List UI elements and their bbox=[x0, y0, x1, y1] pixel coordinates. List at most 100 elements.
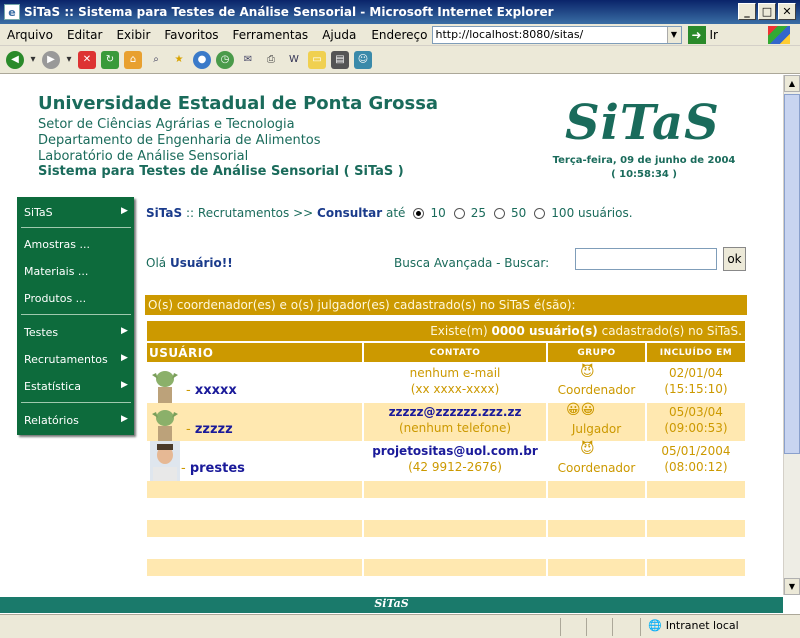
page-size-radio-10[interactable] bbox=[413, 207, 425, 219]
page-size-label-50: 50 bbox=[511, 206, 527, 220]
contact-email: nenhum e-mail bbox=[409, 366, 501, 380]
contact-email[interactable]: projetositas@uol.com.br bbox=[364, 444, 546, 458]
person-photo-avatar bbox=[150, 441, 180, 481]
favorites-star-icon[interactable]: ★ bbox=[170, 50, 188, 69]
messenger-icon[interactable]: ☺ bbox=[354, 50, 372, 69]
menu-arquivo[interactable]: Arquivo bbox=[0, 28, 60, 42]
side-menu-materiais[interactable]: Materiais ... bbox=[24, 265, 88, 278]
time-text: ( 10:58:34 ) bbox=[611, 169, 677, 180]
breadcrumb-section[interactable]: Recrutamentos bbox=[198, 206, 289, 220]
side-menu-sitas[interactable]: SiTaS bbox=[24, 206, 53, 219]
empty-cell bbox=[647, 559, 745, 576]
scroll-up-icon[interactable]: ▲ bbox=[784, 75, 800, 92]
count-value: 0000 usuário(s) bbox=[491, 324, 598, 338]
page-size-radio-50[interactable] bbox=[494, 207, 506, 219]
yoda-avatar-icon bbox=[152, 371, 178, 403]
submenu-arrow-icon: ▶ bbox=[121, 414, 128, 424]
menu-favoritos[interactable]: Favoritos bbox=[157, 28, 225, 42]
results-caption: O(s) coordenador(es) e o(s) julgador(es)… bbox=[145, 295, 747, 315]
minimize-button[interactable]: _ bbox=[738, 3, 756, 20]
ate-label: até bbox=[386, 206, 406, 220]
included-date: 05/01/2004 bbox=[661, 444, 731, 458]
group-label: Coordenador bbox=[557, 461, 636, 475]
breadcrumb-current: Consultar bbox=[317, 206, 383, 220]
window-titlebar: e SiTaS :: Sistema para Testes de Anális… bbox=[0, 0, 800, 24]
refresh-icon[interactable]: ↻ bbox=[101, 50, 119, 69]
count-prefix: Existe(m) bbox=[430, 324, 488, 338]
user-name-link[interactable]: - prestes bbox=[181, 461, 245, 476]
back-icon[interactable]: ◀ bbox=[6, 50, 24, 69]
coordinator-smiley-icon: 😈 bbox=[580, 441, 595, 457]
media-icon[interactable]: ● bbox=[193, 50, 211, 69]
search-ok-button[interactable]: ok bbox=[723, 247, 746, 271]
menu-ajuda[interactable]: Ajuda bbox=[315, 28, 363, 42]
university-title: Universidade Estadual de Ponta Grossa bbox=[38, 93, 439, 114]
contact-email[interactable]: zzzzz@zzzzzz.zzz.zz bbox=[364, 405, 546, 419]
ie-page-icon: e bbox=[4, 4, 20, 20]
search-icon[interactable]: ⌕ bbox=[147, 50, 165, 69]
system-title: Sistema para Testes de Análise Sensorial… bbox=[38, 164, 404, 179]
print-icon[interactable]: ⎙ bbox=[262, 50, 280, 69]
home-icon[interactable]: ⌂ bbox=[124, 50, 142, 69]
menu-separator bbox=[21, 314, 131, 315]
breadcrumb-root[interactable]: SiTaS bbox=[146, 206, 182, 220]
status-bar: 🌐 Intranet local bbox=[0, 614, 800, 638]
submenu-arrow-icon: ▶ bbox=[121, 353, 128, 363]
included-time: (08:00:12) bbox=[664, 460, 728, 474]
page-size-label-25: 25 bbox=[470, 206, 487, 220]
forward-icon[interactable]: ▶ bbox=[42, 50, 60, 69]
scroll-down-icon[interactable]: ▼ bbox=[784, 578, 800, 595]
close-button[interactable]: ✕ bbox=[778, 3, 796, 20]
page-size-radio-100[interactable] bbox=[534, 207, 546, 219]
history-icon[interactable]: ◷ bbox=[216, 50, 234, 69]
included-date: 05/03/04 bbox=[669, 405, 723, 419]
menu-ferramentas[interactable]: Ferramentas bbox=[226, 28, 316, 42]
address-bar[interactable]: http://localhost:8080/sitas/ ▼ bbox=[431, 25, 682, 44]
maximize-button[interactable]: □ bbox=[758, 3, 776, 20]
date-text: Terça-feira, 09 de junho de 2004 bbox=[552, 155, 736, 166]
stop-icon[interactable]: ✕ bbox=[78, 50, 96, 69]
go-arrow-icon[interactable]: ➜ bbox=[687, 25, 706, 44]
user-name-link[interactable]: - xxxxx bbox=[186, 383, 237, 398]
user-name-link[interactable]: - zzzzz bbox=[186, 422, 233, 437]
menubar: Arquivo Editar Exibir Favoritos Ferramen… bbox=[0, 24, 800, 46]
side-menu-testes[interactable]: Testes bbox=[24, 326, 58, 339]
included-time: (09:00:53) bbox=[664, 421, 728, 435]
search-input[interactable] bbox=[575, 248, 717, 270]
status-divider bbox=[586, 618, 587, 636]
group-label: Julgador bbox=[571, 422, 622, 436]
breadcrumb-sep: >> bbox=[293, 206, 314, 220]
side-menu-relatorios[interactable]: Relatórios bbox=[24, 414, 79, 427]
mail-icon[interactable]: ✉ bbox=[239, 50, 257, 69]
back-dropdown-icon[interactable]: ▾ bbox=[29, 50, 37, 69]
discuss-icon[interactable]: ▭ bbox=[308, 50, 326, 69]
side-menu-produtos[interactable]: Produtos ... bbox=[24, 292, 86, 305]
address-dropdown-icon[interactable]: ▼ bbox=[666, 26, 681, 43]
scroll-thumb[interactable] bbox=[784, 94, 800, 454]
research-icon[interactable]: ▤ bbox=[331, 50, 349, 69]
sitas-logo: SiTaS bbox=[565, 95, 720, 151]
side-menu-estatistica[interactable]: Estatística bbox=[24, 380, 81, 393]
sector-line: Setor de Ciências Agrárias e Tecnologia bbox=[38, 117, 295, 132]
empty-cell bbox=[647, 481, 745, 498]
contact-phone: (xx xxxx-xxxx) bbox=[410, 382, 500, 396]
judge-smiley-icon: 😀😀 bbox=[566, 402, 596, 418]
greeting: Olá Usuário!! bbox=[146, 256, 233, 270]
page-size-radio-25[interactable] bbox=[453, 207, 465, 219]
empty-cell bbox=[548, 481, 645, 498]
search-label: Busca Avançada - Buscar: bbox=[394, 256, 550, 270]
side-menu-recrutamentos[interactable]: Recrutamentos bbox=[24, 353, 108, 366]
window-title: SiTaS :: Sistema para Testes de Análise … bbox=[24, 5, 554, 19]
go-label[interactable]: Ir bbox=[710, 28, 718, 42]
side-menu-amostras[interactable]: Amostras ... bbox=[24, 238, 90, 251]
menu-editar[interactable]: Editar bbox=[60, 28, 110, 42]
menu-separator bbox=[21, 227, 131, 228]
side-menu: SiTaS ▶ Amostras ... Materiais ... Produ… bbox=[17, 197, 134, 435]
vertical-scrollbar[interactable]: ▲ ▼ bbox=[783, 75, 800, 595]
group-label: Coordenador bbox=[557, 383, 636, 397]
forward-dropdown-icon[interactable]: ▾ bbox=[65, 50, 73, 69]
edit-word-icon[interactable]: W bbox=[285, 50, 303, 69]
address-value[interactable]: http://localhost:8080/sitas/ bbox=[436, 28, 584, 41]
menu-exibir[interactable]: Exibir bbox=[109, 28, 157, 42]
windows-logo-icon bbox=[768, 26, 790, 44]
